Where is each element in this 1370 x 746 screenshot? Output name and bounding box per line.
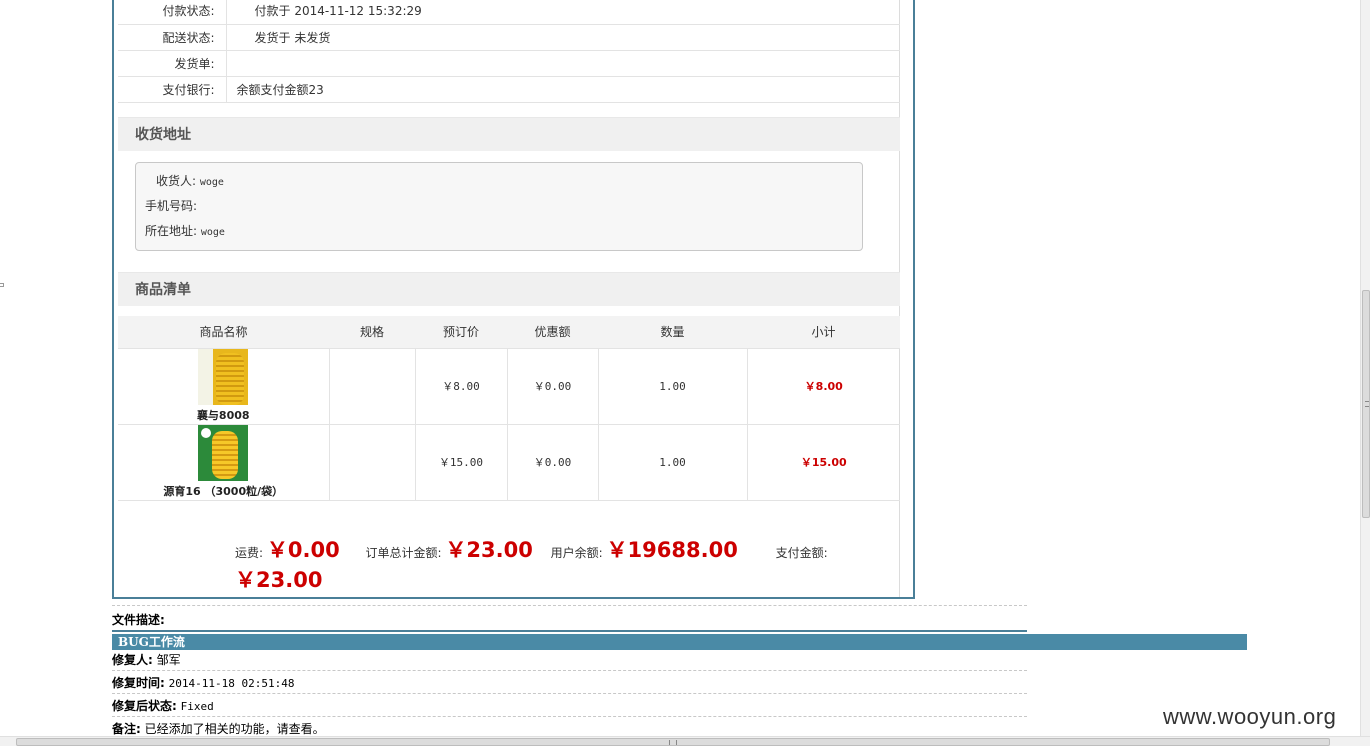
horizontal-scrollbar[interactable] (0, 736, 1370, 746)
address-box: 收货人: woge 手机号码: 所在地址: woge (135, 162, 863, 251)
product-name[interactable]: 襄与8008 (197, 409, 250, 422)
fix-time-value: 2014-11-18 02:51:48 (168, 677, 295, 690)
payment-bank-label: 支付银行: (118, 76, 227, 103)
order-total-label: 订单总计金额: (365, 546, 442, 560)
note-row: 备注: 已经添加了相关的功能，请查看。 (112, 720, 325, 737)
product-qty: 1.00 (598, 424, 748, 501)
divider (112, 605, 1027, 606)
shipping-fee-value: ￥0.00 (266, 538, 340, 562)
goods-section-title: 商品清单 (118, 272, 900, 306)
invoice-row: 发货单: (118, 50, 900, 77)
pay-amount-value: ￥23.00 (235, 568, 323, 592)
product-spec (329, 348, 416, 425)
goods-row: 源育16 （3000粒/袋） ￥15.00 ￥0.00 1.00 ￥15.00 (118, 424, 900, 501)
horizontal-scrollbar-thumb[interactable] (16, 738, 1330, 746)
order-totals: 运费: ￥0.00 订单总计金额: ￥23.00 用户余额: ￥19688.00… (235, 534, 875, 594)
phone-label: 手机号码: (145, 199, 198, 213)
product-image[interactable] (198, 349, 249, 405)
user-balance-label: 用户余额: (550, 546, 603, 560)
vertical-scrollbar-thumb[interactable] (1362, 290, 1370, 518)
col-header-discount: 优惠额 (507, 316, 598, 349)
goods-table: 商品名称 规格 预订价 优惠额 数量 小计 襄与8008 ￥8.00 ￥0.00 (118, 316, 900, 501)
product-cell: 源育16 （3000粒/袋） (118, 424, 330, 501)
fix-time-label: 修复时间: (112, 676, 165, 690)
product-cell: 襄与8008 (118, 348, 330, 425)
product-price: ￥15.00 (415, 424, 508, 501)
shipping-fee-label: 运费: (235, 546, 264, 560)
col-header-price: 预订价 (415, 316, 507, 349)
product-name[interactable]: 源育16 （3000粒/袋） (163, 485, 283, 498)
fix-time-row: 修复时间: 2014-11-18 02:51:48 (112, 674, 294, 691)
fix-status-row: 修复后状态: Fixed (112, 697, 214, 714)
order-info-table: 付款状态: 付款于 2014-11-12 15:32:29 配送状态: 发货于 … (118, 0, 900, 103)
vertical-scrollbar[interactable] (1360, 0, 1370, 736)
col-header-spec: 规格 (329, 316, 415, 349)
divider (112, 693, 1027, 694)
user-balance-value: ￥19688.00 (606, 538, 738, 562)
product-image[interactable] (198, 425, 249, 481)
product-qty: 1.00 (598, 348, 748, 425)
fix-status-label: 修复后状态: (112, 699, 177, 713)
note-value: 已经添加了相关的功能，请查看。 (144, 722, 325, 736)
fixer-label: 修复人: (112, 653, 153, 667)
col-header-qty: 数量 (598, 316, 747, 349)
payment-status-row: 付款状态: 付款于 2014-11-12 15:32:29 (118, 0, 900, 25)
shipping-status-row: 配送状态: 发货于 未发货 (118, 24, 900, 51)
col-header-subtotal: 小计 (747, 316, 900, 349)
product-spec (329, 424, 416, 501)
invoice-label: 发货单: (118, 50, 227, 77)
address-section-title: 收货地址 (118, 117, 900, 151)
page-edge-marker (0, 283, 4, 287)
wooyun-watermark: www.wooyun.org (1163, 704, 1337, 729)
address-row: 所在地址: woge (145, 222, 225, 239)
payment-bank-value: 余额支付金额23 (226, 76, 900, 103)
divider (112, 630, 1027, 632)
note-label: 备注: (112, 722, 141, 736)
product-price: ￥8.00 (415, 348, 508, 425)
order-detail-content: 付款状态: 付款于 2014-11-12 15:32:29 配送状态: 发货于 … (118, 0, 900, 597)
goods-row: 襄与8008 ￥8.00 ￥0.00 1.00 ￥8.00 (118, 348, 900, 425)
phone-row: 手机号码: (145, 197, 197, 214)
fixer-value: 邹军 (156, 653, 181, 667)
order-total-value: ￥23.00 (445, 538, 533, 562)
payment-status-label: 付款状态: (118, 0, 227, 25)
file-desc-row: 文件描述: (112, 611, 165, 628)
product-discount: ￥0.00 (507, 348, 599, 425)
bug-workflow-title: BUG工作流 (112, 634, 1247, 650)
divider (112, 670, 1027, 671)
consignee-row: 收货人: woge (156, 172, 224, 189)
order-detail-panel: 付款状态: 付款于 2014-11-12 15:32:29 配送状态: 发货于 … (112, 0, 915, 599)
shipping-status-label: 配送状态: (118, 24, 227, 51)
file-desc-label: 文件描述: (112, 613, 165, 627)
invoice-value (226, 50, 900, 77)
consignee-value: woge (199, 177, 224, 188)
pay-amount-label: 支付金额: (775, 546, 828, 560)
product-discount: ￥0.00 (507, 424, 599, 501)
product-subtotal: ￥15.00 (747, 424, 900, 501)
address-value: woge (200, 227, 225, 238)
divider (112, 716, 1027, 717)
fixer-row: 修复人: 邹军 (112, 651, 181, 668)
shipping-status-value: 发货于 未发货 (226, 24, 900, 51)
payment-status-value: 付款于 2014-11-12 15:32:29 (226, 0, 900, 25)
fix-status-value: Fixed (180, 700, 214, 713)
goods-header-row: 商品名称 规格 预订价 优惠额 数量 小计 (118, 316, 900, 349)
address-label: 所在地址: (145, 224, 198, 238)
col-header-name: 商品名称 (118, 316, 329, 349)
product-subtotal: ￥8.00 (747, 348, 900, 425)
grip-icon (1365, 401, 1369, 407)
consignee-label: 收货人: (156, 174, 197, 188)
grip-icon (669, 740, 677, 745)
payment-bank-row: 支付银行: 余额支付金额23 (118, 76, 900, 103)
